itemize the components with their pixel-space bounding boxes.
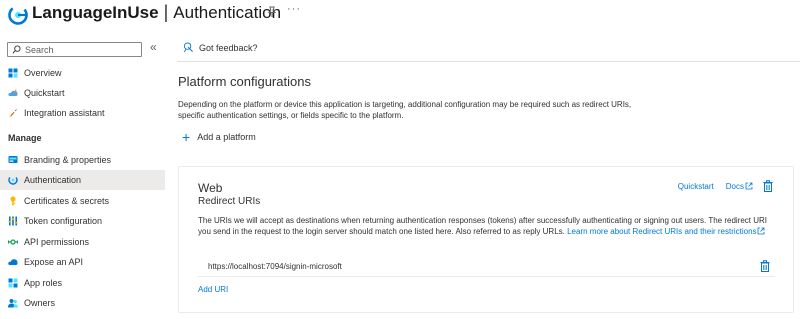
redirect-uri-row: https://localhost:7094/signin-microsoft [198, 257, 775, 277]
sidebar-item-integration-assistant[interactable]: Integration assistant [0, 103, 165, 123]
authentication-logo-icon [8, 5, 28, 25]
app-roles-icon [8, 278, 18, 288]
sidebar-item-quickstart[interactable]: Quickstart [0, 83, 165, 103]
web-platform-card: Web Redirect URIs Quickstart Docs The UR… [178, 166, 794, 313]
sidebar-item-label: Owners [24, 298, 56, 308]
sidebar-item-label: Overview [24, 68, 62, 78]
search-icon [12, 45, 21, 54]
sidebar-item-label: Branding & properties [24, 155, 112, 165]
section-title: Platform configurations [178, 74, 311, 89]
more-options-icon[interactable]: ··· [287, 3, 301, 15]
sidebar-item-expose-api[interactable]: Expose an API [0, 252, 165, 272]
sidebar-item-token-configuration[interactable]: Token configuration [0, 211, 165, 231]
section-description: Depending on the platform or device this… [178, 100, 632, 120]
feedback-icon [183, 42, 193, 53]
quickstart-link[interactable]: Quickstart [678, 182, 714, 191]
delete-platform-icon[interactable] [763, 180, 773, 192]
sidebar-item-label: Token configuration [24, 216, 103, 226]
redirect-uris-description: The URIs we will accept as destinations … [198, 215, 778, 237]
sidebar-item-label: Integration assistant [24, 108, 105, 118]
collapse-sidebar-button[interactable]: « [150, 40, 157, 54]
page-title: LanguageInUse | Authentication [32, 2, 281, 23]
sidebar-item-label: Quickstart [24, 88, 65, 98]
token-icon [8, 216, 18, 226]
cloud-icon [8, 257, 18, 267]
search-input[interactable] [25, 44, 135, 55]
sidebar-item-branding[interactable]: Branding & properties [0, 150, 165, 170]
add-uri-link[interactable]: Add URI [198, 285, 228, 294]
sidebar-item-authentication[interactable]: Authentication [0, 170, 165, 190]
add-platform-label: Add a platform [197, 132, 256, 142]
rocket-cloud-icon [8, 88, 18, 98]
pin-icon[interactable] [266, 6, 278, 18]
platform-title: Web [198, 181, 223, 195]
key-icon [8, 196, 18, 206]
owners-icon [8, 298, 18, 308]
sidebar-item-label: Certificates & secrets [24, 196, 110, 206]
sidebar: « Overview Quickstart Integration assist… [0, 36, 166, 319]
learn-more-link[interactable]: Learn more about Redirect URIs and their… [567, 227, 764, 236]
auth-icon [8, 175, 18, 185]
divider [177, 61, 800, 62]
branding-icon [8, 155, 18, 165]
grid-icon [8, 68, 18, 78]
sidebar-item-certificates[interactable]: Certificates & secrets [0, 191, 165, 211]
sidebar-search[interactable] [7, 42, 142, 57]
redirect-uris-heading: Redirect URIs [198, 196, 261, 207]
plus-icon: + [182, 129, 191, 145]
external-link-icon [745, 182, 753, 190]
sidebar-item-label: Expose an API [24, 257, 84, 267]
rocket-icon [8, 108, 18, 118]
page-header: LanguageInUse | Authentication ··· [0, 0, 800, 32]
delete-uri-icon[interactable] [760, 260, 770, 272]
learn-more-label: Learn more about Redirect URIs and their… [567, 227, 757, 236]
docs-link[interactable]: Docs [726, 182, 753, 191]
api-permissions-icon [8, 237, 18, 247]
redirect-uri-value[interactable]: https://localhost:7094/signin-microsoft [208, 262, 342, 271]
card-actions: Quickstart Docs [678, 180, 773, 192]
add-platform-button[interactable]: + Add a platform [182, 129, 256, 145]
sidebar-item-label: Authentication [24, 175, 82, 185]
sidebar-item-overview[interactable]: Overview [0, 63, 165, 83]
external-link-icon [757, 227, 764, 235]
sidebar-item-label: App roles [24, 278, 63, 288]
sidebar-item-owners[interactable]: Owners [0, 293, 165, 313]
main-content: Got feedback? Platform configurations De… [177, 36, 800, 319]
feedback-button[interactable]: Got feedback? [183, 42, 258, 53]
feedback-label: Got feedback? [199, 42, 258, 53]
title-separator: | [163, 2, 169, 22]
sidebar-item-label: API permissions [24, 237, 90, 247]
app-name: LanguageInUse [32, 3, 159, 22]
docs-label: Docs [725, 181, 744, 191]
sidebar-item-api-permissions[interactable]: API permissions [0, 232, 165, 252]
page-name: Authentication [173, 3, 282, 22]
sidebar-item-app-roles[interactable]: App roles [0, 273, 165, 293]
section-label-manage: Manage [8, 133, 42, 143]
